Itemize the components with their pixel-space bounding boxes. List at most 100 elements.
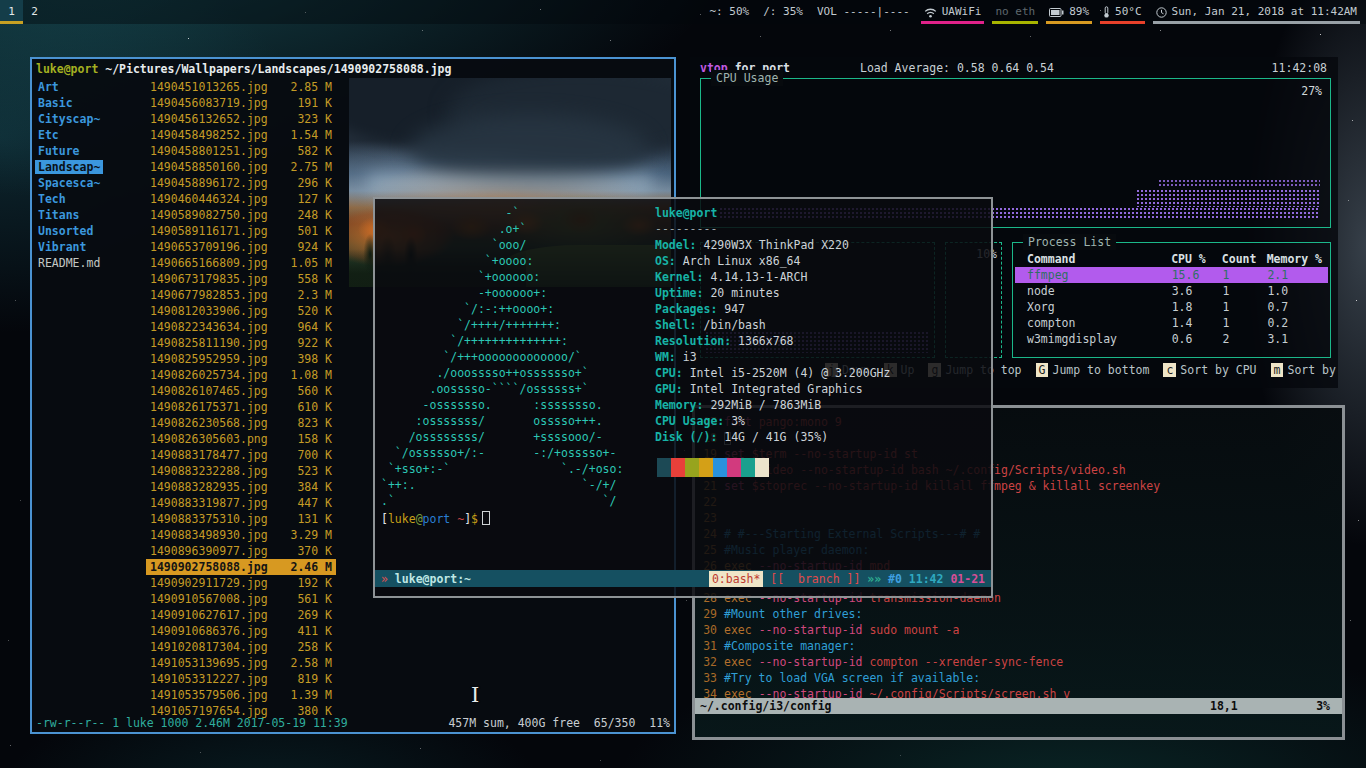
file-row[interactable]: 1490460446324.jpg127 K <box>146 191 336 207</box>
vim-line[interactable]: 30exec --no-startup-id sudo mount -a <box>695 622 1342 638</box>
file-row[interactable]: 1490910627617.jpg269 K <box>146 607 336 623</box>
file-row[interactable]: 1490456083719.jpg191 K <box>146 95 336 111</box>
process-row[interactable]: node3.611.0 <box>1015 283 1328 299</box>
status-module-underline <box>1100 21 1145 24</box>
file-row[interactable]: 1490826107465.jpg560 K <box>146 383 336 399</box>
file-row[interactable]: 1490883375310.jpg131 K <box>146 511 336 527</box>
status-module-text: no eth <box>995 4 1035 20</box>
file-row[interactable]: 1490458498252.jpg1.54 M <box>146 127 336 143</box>
process-column-header[interactable]: Memory % <box>1267 251 1327 267</box>
neofetch-terminal-window[interactable]: -` .o+` `ooo/ `+oooo: `+oooooo: -+oooooo… <box>373 197 993 598</box>
file-row[interactable]: 1490456132652.jpg323 K <box>146 111 336 127</box>
directory-item[interactable]: README.md <box>35 255 145 271</box>
ranger-file-column: 1490451013265.jpg2.85 M1490456083719.jpg… <box>146 79 336 719</box>
terminal-cursor <box>482 511 490 525</box>
file-row[interactable]: 1490902911729.jpg192 K <box>146 575 336 591</box>
shell-prompt: [luke@port ~]$ <box>381 509 490 527</box>
directory-item[interactable]: Vibrant <box>35 239 145 255</box>
workspace-list: 12 <box>0 0 46 24</box>
directory-item[interactable]: Landscap~ <box>35 159 145 175</box>
file-row[interactable]: 1490812033906.jpg520 K <box>146 303 336 319</box>
directory-item[interactable]: Cityscap~ <box>35 111 145 127</box>
process-row[interactable]: w3mimgdisplay0.623.1 <box>1015 331 1328 347</box>
status-module-clock[interactable]: Sun, Jan 21, 2018 at 11:42AM <box>1149 0 1364 24</box>
vim-line[interactable]: 29#Mount other drives: <box>695 606 1342 622</box>
directory-item[interactable]: Spacesca~ <box>35 175 145 191</box>
directory-item[interactable]: Titans <box>35 207 145 223</box>
file-row[interactable]: 1490822343634.jpg964 K <box>146 319 336 335</box>
file-row[interactable]: 1490451013265.jpg2.85 M <box>146 79 336 95</box>
vim-line[interactable]: 32exec --no-startup-id compton --xrender… <box>695 654 1342 670</box>
directory-item[interactable]: Tech <box>35 191 145 207</box>
process-column-header[interactable]: CPU % <box>1171 251 1222 267</box>
file-row[interactable]: 1490826230568.jpg823 K <box>146 415 336 431</box>
status-module-temperature[interactable]: 50°C <box>1096 0 1149 24</box>
file-row[interactable]: 1490673179835.jpg558 K <box>146 271 336 287</box>
file-row[interactable]: 1490825952959.jpg398 K <box>146 351 336 367</box>
battery-icon <box>1049 8 1064 17</box>
help-item: GJump to bottom <box>1022 363 1150 377</box>
directory-item[interactable]: Future <box>35 143 145 159</box>
file-row[interactable]: 1490826305603.png158 K <box>146 431 336 447</box>
file-row[interactable]: 1490589082750.jpg248 K <box>146 207 336 223</box>
status-module-ethernet[interactable]: no eth <box>988 0 1042 24</box>
neofetch-separator: --------- <box>655 221 890 237</box>
status-module-text: ~: 50% <box>709 4 749 20</box>
workspace-button-1[interactable]: 1 <box>0 0 23 24</box>
ranger-titlebar: luke@port ~/Pictures/Wallpapers/Landscap… <box>36 61 451 77</box>
file-row[interactable]: 1490883232288.jpg523 K <box>146 463 336 479</box>
file-row[interactable]: 1490665166809.jpg1.05 M <box>146 255 336 271</box>
status-module-disk-home[interactable]: ~: 50% <box>702 0 756 24</box>
status-module-volume[interactable]: VOL -----|---- <box>810 0 917 24</box>
file-row[interactable]: 1490896390977.jpg370 K <box>146 543 336 559</box>
tmux-window-name[interactable]: 0:bash* <box>709 571 763 587</box>
directory-item[interactable]: Unsorted <box>35 223 145 239</box>
workspace-button-2[interactable]: 2 <box>23 0 46 24</box>
file-row[interactable]: 1490458801251.jpg582 K <box>146 143 336 159</box>
ranger-statusbar: -rw-r--r-- 1 luke 1000 2.46M 2017-05-19 … <box>36 715 670 731</box>
info-line: Packages: 947 <box>655 301 890 317</box>
file-row[interactable]: 1490458896172.jpg296 K <box>146 175 336 191</box>
file-row[interactable]: 1490902758088.jpg2.46 M <box>146 559 336 575</box>
file-row[interactable]: 1491053139695.jpg2.58 M <box>146 655 336 671</box>
file-row[interactable]: 1490883498930.jpg3.29 M <box>146 527 336 543</box>
directory-summary: 457M sum, 400G free 65/350 11% <box>448 715 670 731</box>
process-row[interactable]: compton1.410.2 <box>1015 315 1328 331</box>
file-row[interactable]: 1490653709196.jpg924 K <box>146 239 336 255</box>
file-row[interactable]: 1490910686376.jpg411 K <box>146 623 336 639</box>
process-column-header[interactable]: Command <box>1027 251 1171 267</box>
vim-scroll-percent: 3% <box>1316 698 1330 714</box>
i3bar: 12 ~: 50% /: 35%VOL -----|----UAWiFi no et… <box>0 0 1366 24</box>
vim-line[interactable]: 33#Try to load VGA screen if available: <box>695 670 1342 686</box>
directory-item[interactable]: Art <box>35 79 145 95</box>
file-row[interactable]: 1490883178477.jpg700 K <box>146 447 336 463</box>
ranger-path: ~/Pictures/Wallpapers/Landscapes/ <box>98 62 333 76</box>
process-row[interactable]: Xorg1.810.7 <box>1015 299 1328 315</box>
vim-line[interactable]: 31#Composite manager: <box>695 638 1342 654</box>
process-column-header[interactable]: Count <box>1222 251 1267 267</box>
file-row[interactable]: 1491053579506.jpg1.39 M <box>146 687 336 703</box>
status-module-battery[interactable]: 89% <box>1042 0 1096 24</box>
file-row[interactable]: 1490883282935.jpg384 K <box>146 479 336 495</box>
file-row[interactable]: 1490825811190.jpg922 K <box>146 335 336 351</box>
status-module-disk-root[interactable]: /: 35% <box>756 0 810 24</box>
file-row[interactable]: 1491053312227.jpg819 K <box>146 671 336 687</box>
clock-icon <box>1156 7 1167 18</box>
status-modules: ~: 50% /: 35%VOL -----|----UAWiFi no eth 89… <box>702 0 1366 24</box>
file-row[interactable]: 1490826175371.jpg610 K <box>146 399 336 415</box>
directory-item[interactable]: Basic <box>35 95 145 111</box>
file-row[interactable]: 1490883319877.jpg447 K <box>146 495 336 511</box>
status-module-wifi[interactable]: UAWiFi <box>917 0 989 24</box>
process-row[interactable]: ffmpeg15.612.1 <box>1015 267 1328 283</box>
file-row[interactable]: 1490589116171.jpg501 K <box>146 223 336 239</box>
file-row[interactable]: 1491020817304.jpg258 K <box>146 639 336 655</box>
directory-item[interactable]: Etc <box>35 127 145 143</box>
file-row[interactable]: 1490910567008.jpg561 K <box>146 591 336 607</box>
vim-filename: ~/.config/i3/config <box>700 698 832 714</box>
palette-swatch <box>671 458 685 477</box>
file-row[interactable]: 1490677982853.jpg2.3 M <box>146 287 336 303</box>
prompt-dollar: $ <box>471 512 478 526</box>
info-line: Shell: /bin/bash <box>655 317 890 333</box>
file-row[interactable]: 1490458850160.jpg2.75 M <box>146 159 336 175</box>
file-row[interactable]: 1490826025734.jpg1.08 M <box>146 367 336 383</box>
